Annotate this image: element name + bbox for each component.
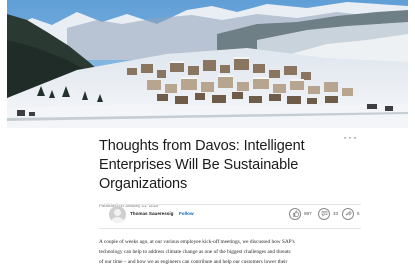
body-line: of our time – and how we as engineers ca… xyxy=(99,259,288,266)
shares-stat[interactable]: 6 xyxy=(342,207,360,220)
hero-image xyxy=(7,0,408,128)
comment-icon xyxy=(318,207,330,220)
divider xyxy=(99,228,361,229)
likes-count: 997 xyxy=(304,211,312,216)
article-title-line: Thoughts from Davos: Intelligent xyxy=(99,138,305,154)
shares-count: 6 xyxy=(357,211,360,216)
avatar[interactable] xyxy=(109,206,126,223)
body-line: technology can help to address climate c… xyxy=(99,249,291,256)
follow-button[interactable]: Follow xyxy=(179,211,194,216)
article-title: Thoughts from Davos: Intelligent Enterpr… xyxy=(99,137,359,194)
article-header: Thoughts from Davos: Intelligent Enterpr… xyxy=(99,137,359,208)
article-title-line: Enterprises Will Be Sustainable xyxy=(99,157,299,173)
likes-stat[interactable]: 997 xyxy=(289,207,312,220)
author-row: Thomas Saueressig Follow 997 33 6 xyxy=(99,205,361,227)
article-body: A couple of weeks ago, at our various em… xyxy=(99,237,369,268)
article-page: ··· Thoughts from Davos: Intelligent Ent… xyxy=(7,0,408,273)
share-icon xyxy=(342,207,354,220)
like-icon xyxy=(289,207,301,220)
body-line: A couple of weeks ago, at our various em… xyxy=(99,239,295,245)
comments-count: 33 xyxy=(333,211,339,216)
author-name[interactable]: Thomas Saueressig xyxy=(130,211,173,216)
comments-stat[interactable]: 33 xyxy=(318,207,338,220)
article-title-line: Organizations xyxy=(99,176,188,192)
